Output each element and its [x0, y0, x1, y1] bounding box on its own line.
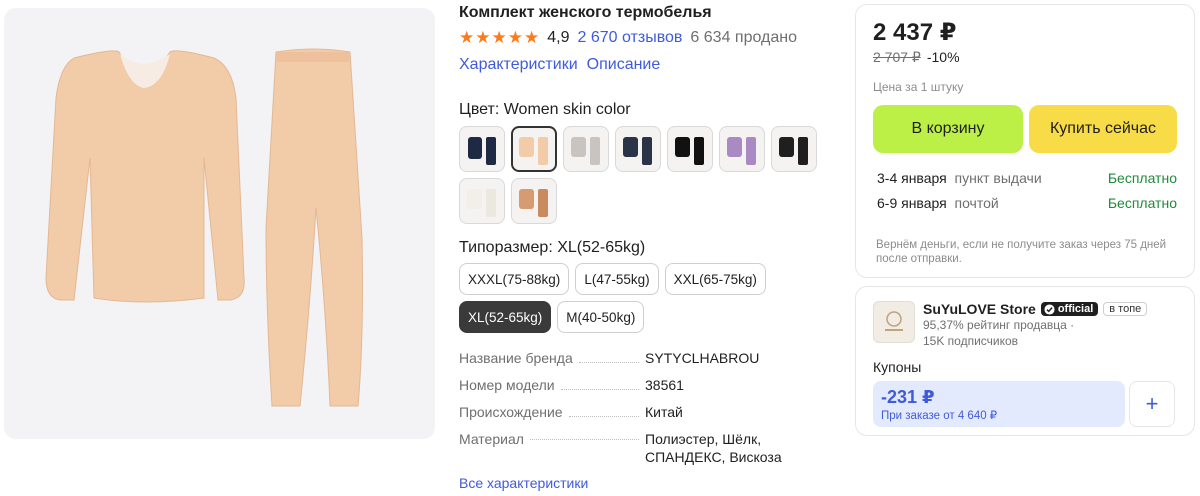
- top-badge: в топе: [1103, 302, 1148, 316]
- store-name: SuYuLOVE Store: [923, 301, 1036, 317]
- coupon-amount: -231 ₽: [881, 387, 935, 407]
- spec-row: Материал Полиэстер, Шёлк, СПАНДЕКС, Виск…: [459, 430, 839, 466]
- store-card: SuYuLOVE Store official в топе 95,37% ре…: [855, 286, 1195, 436]
- verified-icon: [1044, 303, 1055, 315]
- star-icon: ★: [475, 28, 491, 47]
- spec-row: Номер модели 38561: [459, 376, 839, 394]
- all-specs-link[interactable]: Все характеристики: [459, 475, 839, 491]
- rating-row: ★ ★ ★ ★ ★ 4,9 2 670 отзывов 6 634 продан…: [459, 28, 839, 48]
- discount: -10%: [926, 49, 960, 65]
- rating-stars: ★ ★ ★ ★ ★: [459, 29, 539, 47]
- color-swatch[interactable]: [563, 126, 609, 172]
- spec-row: Название бренда SYTYCLHABROU: [459, 349, 839, 367]
- star-icon: ★: [491, 28, 507, 47]
- store-header[interactable]: SuYuLOVE Store official в топе 95,37% ре…: [873, 301, 1177, 349]
- star-icon: ★: [524, 28, 540, 47]
- spec-row: Происхождение Китай: [459, 403, 839, 421]
- tab-characteristics[interactable]: Характеристики: [459, 56, 578, 74]
- color-swatches: [459, 126, 829, 224]
- tab-description[interactable]: Описание: [587, 56, 661, 74]
- thermal-set-image: [45, 48, 363, 407]
- spec-value: SYTYCLHABROU: [645, 350, 760, 366]
- specs-list: Название бренда SYTYCLHABROU Номер модел…: [459, 349, 839, 466]
- dot-separator: ·: [1070, 318, 1075, 332]
- color-swatch[interactable]: [615, 126, 661, 172]
- delivery-method: пункт выдачи: [954, 170, 1042, 186]
- star-icon: ★: [459, 28, 475, 47]
- coupon-condition: При заказе от 4 640 ₽: [881, 410, 998, 422]
- add-to-cart-button[interactable]: В корзину: [873, 105, 1023, 153]
- buy-card: 2 437 ₽ 2 707 ₽ -10% Цена за 1 штуку В к…: [855, 4, 1195, 278]
- store-logo: [873, 301, 915, 343]
- product-title: Комплект женского термобелья: [459, 4, 712, 21]
- price: 2 437 ₽: [873, 19, 957, 46]
- delivery-date: 6-9 января: [877, 195, 947, 211]
- color-swatch[interactable]: [459, 178, 505, 224]
- delivery-price: Бесплатно: [1107, 170, 1177, 186]
- delivery-price: Бесплатно: [1107, 195, 1177, 211]
- color-swatch-selected[interactable]: [511, 126, 557, 172]
- spec-value: 38561: [645, 377, 684, 393]
- product-details: Комплект женского термобелья ★ ★ ★ ★ ★ 4…: [459, 4, 839, 491]
- spec-key: Название бренда: [459, 350, 573, 366]
- spec-value: Китай: [645, 404, 683, 420]
- old-price: 2 707 ₽: [873, 49, 921, 65]
- rating-value: 4,9: [547, 29, 570, 46]
- size-option[interactable]: L(47-55kg): [575, 263, 659, 295]
- sold-count: 6 634 продано: [690, 29, 797, 46]
- color-swatch[interactable]: [511, 178, 557, 224]
- size-options: XXXL(75-88kg) L(47-55kg) XXL(65-75kg) XL…: [459, 263, 789, 333]
- reviews-link[interactable]: 2 670 отзывов: [578, 28, 683, 48]
- add-coupon-button[interactable]: +: [1129, 381, 1175, 427]
- plus-icon: +: [1145, 391, 1159, 416]
- product-tabs: Характеристики Описание: [459, 56, 839, 74]
- size-option[interactable]: XXXL(75-88kg): [459, 263, 570, 295]
- delivery-row: 3-4 января пункт выдачи Бесплатно: [873, 169, 1177, 187]
- delivery-row: 6-9 января почтой Бесплатно: [873, 194, 1177, 212]
- refund-note: Вернём деньги, если не получите заказ че…: [876, 239, 1167, 265]
- spec-key: Материал: [459, 431, 524, 447]
- color-label: Цвет: Women skin color: [459, 101, 631, 118]
- delivery-options: 3-4 января пункт выдачи Бесплатно 6-9 ян…: [873, 169, 1177, 212]
- spec-value: Полиэстер, Шёлк, СПАНДЕКС, Вискоза: [645, 431, 782, 465]
- size-option[interactable]: M(40-50kg): [557, 301, 645, 333]
- spec-key: Происхождение: [459, 404, 563, 420]
- coupons-label: Купоны: [873, 359, 922, 375]
- buy-now-button[interactable]: Купить сейчас: [1029, 105, 1177, 153]
- coupon[interactable]: -231 ₽ При заказе от 4 640 ₽: [873, 381, 1125, 427]
- old-price-row: 2 707 ₽ -10%: [873, 49, 1177, 66]
- color-swatch[interactable]: [719, 126, 765, 172]
- size-option[interactable]: XXL(65-75kg): [664, 263, 766, 295]
- color-swatch[interactable]: [771, 126, 817, 172]
- color-swatch[interactable]: [667, 126, 713, 172]
- size-label: Типоразмер: XL(52-65kg): [459, 239, 646, 256]
- store-rating: 95,37% рейтинг продавца: [923, 318, 1067, 332]
- coupon-row: -231 ₽ При заказе от 4 640 ₽ +: [873, 381, 1177, 427]
- color-swatch[interactable]: [459, 126, 505, 172]
- star-icon: ★: [507, 28, 523, 47]
- spec-key: Номер модели: [459, 377, 555, 393]
- official-badge: official: [1040, 302, 1099, 316]
- buy-buttons: В корзину Купить сейчас: [873, 105, 1177, 153]
- delivery-date: 3-4 января: [877, 170, 947, 186]
- size-option-selected[interactable]: XL(52-65kg): [459, 301, 552, 333]
- product-image[interactable]: [4, 8, 435, 439]
- unit-note: Цена за 1 штуку: [873, 80, 964, 94]
- store-subscribers: 15K подписчиков: [923, 334, 1019, 348]
- delivery-method: почтой: [954, 195, 999, 211]
